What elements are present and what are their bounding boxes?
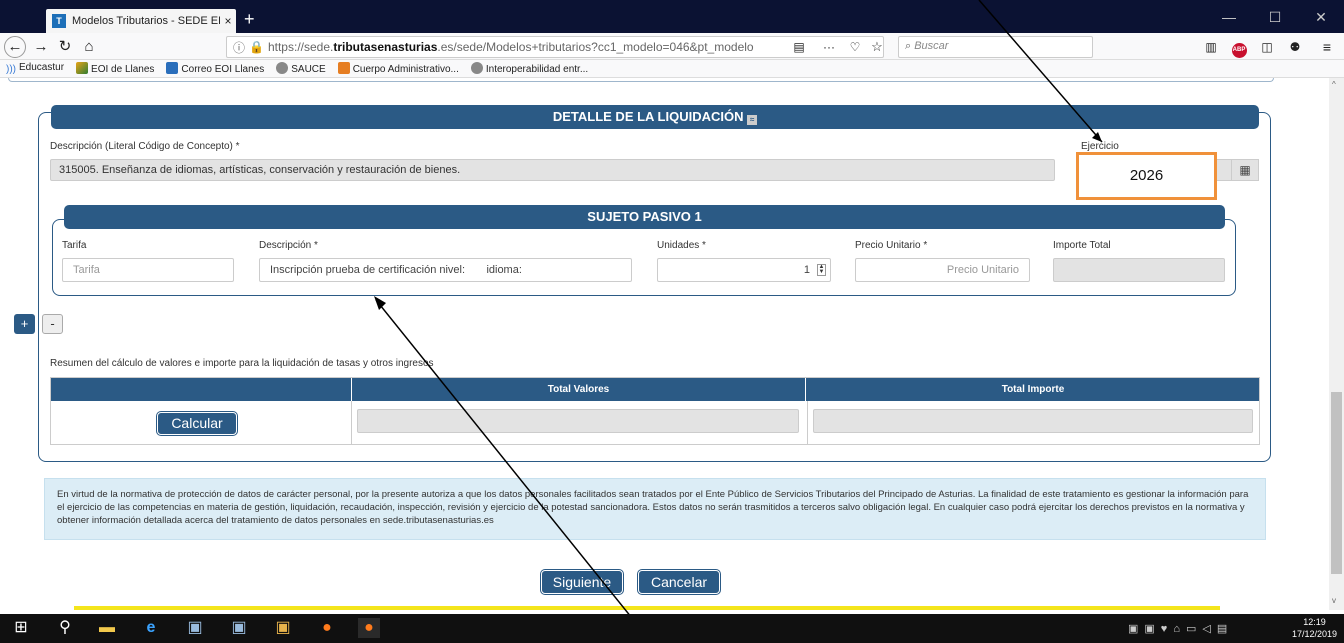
edge-icon[interactable]: e [140, 618, 162, 638]
search-icon[interactable]: ⚲ [54, 618, 76, 638]
page-content: DETALLE DE LA LIQUIDACIÓN ≈ Descripción … [4, 0, 1329, 643]
app-icon[interactable]: ▣ [272, 618, 294, 638]
arrow-to-ejercicio [978, 0, 1103, 143]
firefox-icon[interactable]: ● [316, 618, 338, 638]
annotation-arrows [374, 0, 1103, 643]
tray-icons[interactable]: ▣▣♥⌂▭◁▤ [1128, 622, 1233, 635]
firefox-active-icon[interactable]: ● [358, 618, 380, 638]
scrollbar-thumb[interactable] [1331, 392, 1342, 574]
clock-date: 17/12/2019 [1292, 629, 1338, 639]
arrowhead-descripcion [374, 296, 386, 310]
arrow-to-descripcion [375, 299, 653, 643]
clock-time: 12:19 [1303, 617, 1326, 627]
app-icon[interactable]: ▣ [184, 618, 206, 638]
scroll-down-icon[interactable]: v [1332, 596, 1336, 605]
clock[interactable]: 12:19 17/12/2019 [1292, 616, 1337, 640]
app-icon[interactable]: ▣ [228, 618, 250, 638]
file-explorer-icon[interactable]: ▬ [96, 618, 118, 638]
scroll-up-icon[interactable]: ^ [1332, 80, 1336, 89]
windows-start-icon[interactable]: ⊞ [10, 618, 32, 638]
windows-taskbar: ⊞ ⚲ ▬ e ▣ ▣ ▣ ● ● ▣▣♥⌂▭◁▤ 12:19 17/12/20… [0, 614, 1344, 643]
arrowhead-ejercicio [1092, 132, 1102, 142]
